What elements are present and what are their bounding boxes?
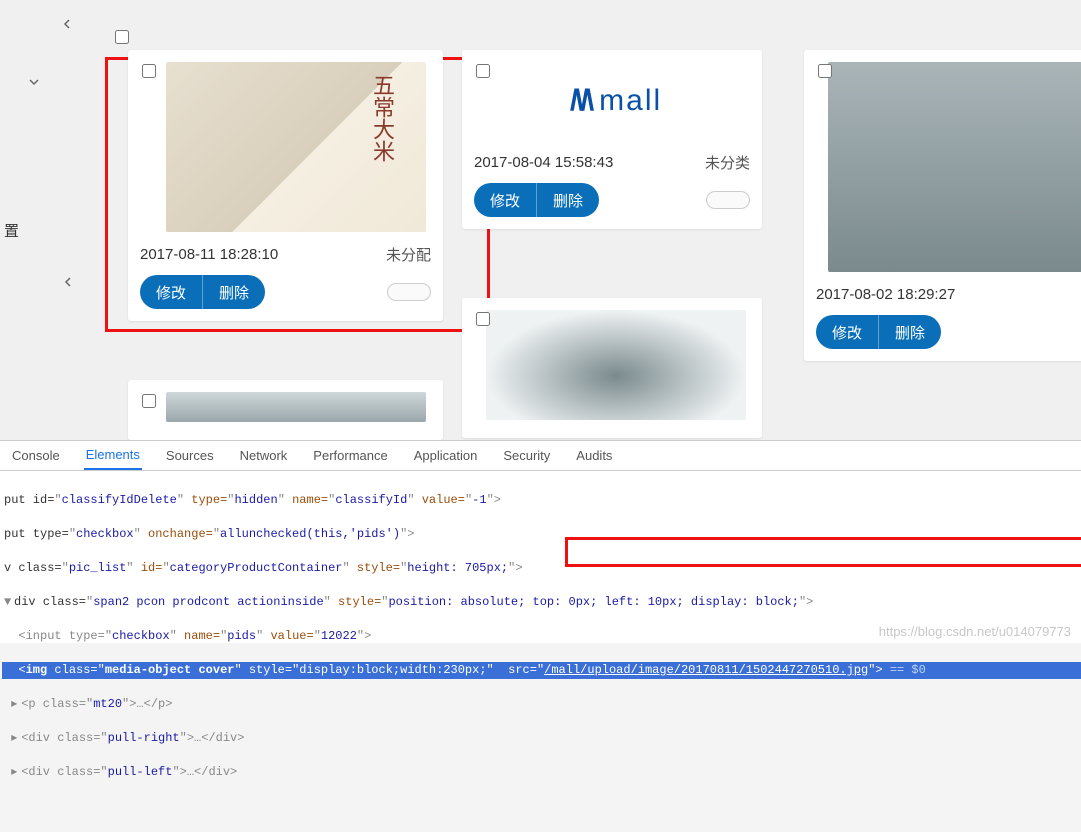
chevron-left-icon[interactable] [56, 270, 80, 294]
watermark: https://blog.csdn.net/u014079773 [879, 624, 1071, 639]
delete-button[interactable]: 删除 [203, 275, 265, 309]
card-checkbox[interactable] [142, 394, 156, 408]
tab-application[interactable]: Application [412, 442, 480, 469]
card-checkbox[interactable] [476, 64, 490, 78]
product-card [128, 380, 443, 440]
card-date: 2017-08-11 18:28:10 [140, 246, 278, 263]
card-image [486, 310, 746, 420]
card-date: 2017-08-02 18:29:27 [816, 286, 955, 303]
card-checkbox[interactable] [818, 64, 832, 78]
card-image: /\/\mall [486, 62, 746, 140]
tab-console[interactable]: Console [10, 442, 62, 469]
tab-sources[interactable]: Sources [164, 442, 216, 469]
product-card [462, 298, 762, 438]
toggle-switch[interactable] [706, 191, 750, 209]
card-image [828, 62, 1081, 272]
product-card: 2017-08-02 18:29:27 未分 修改 删除 [804, 50, 1081, 361]
side-label: 置 [4, 220, 19, 241]
elements-tree[interactable]: put id="classifyIdDelete" type="hidden" … [0, 471, 1081, 832]
tab-network[interactable]: Network [238, 442, 290, 469]
product-card: /\/\mall 2017-08-04 15:58:43 未分类 修改 删除 [462, 50, 762, 229]
edit-button[interactable]: 修改 [140, 275, 203, 309]
select-all-checkbox[interactable] [115, 30, 129, 44]
card-category: 未分类 [705, 152, 750, 173]
card-image [166, 62, 426, 232]
chevron-down-icon[interactable] [22, 70, 46, 94]
toggle-switch[interactable] [387, 283, 431, 301]
card-checkbox[interactable] [142, 64, 156, 78]
card-image [166, 392, 426, 422]
devtools-tabs: Console Elements Sources Network Perform… [0, 441, 1081, 471]
edit-button[interactable]: 修改 [816, 315, 879, 349]
delete-button[interactable]: 删除 [879, 315, 941, 349]
delete-button[interactable]: 删除 [537, 183, 599, 217]
product-card: 2017-08-11 18:28:10 未分配 修改 删除 [128, 50, 443, 321]
edit-button[interactable]: 修改 [474, 183, 537, 217]
content-area: 置 2017-08-11 18:28:10 未分配 修改 删除 /\/\mall… [0, 0, 1081, 440]
tab-elements[interactable]: Elements [84, 441, 142, 470]
selected-element-row[interactable]: <img class="media-object cover" style="d… [2, 662, 1081, 679]
chevron-left-icon[interactable] [55, 12, 79, 36]
tab-security[interactable]: Security [501, 442, 552, 469]
card-category: 未分配 [386, 244, 431, 265]
logo-icon: /\/\mall [570, 84, 662, 118]
card-date: 2017-08-04 15:58:43 [474, 154, 613, 171]
devtools-panel: Console Elements Sources Network Perform… [0, 440, 1081, 643]
card-checkbox[interactable] [476, 312, 490, 326]
tab-performance[interactable]: Performance [311, 442, 389, 469]
tab-audits[interactable]: Audits [574, 442, 614, 469]
